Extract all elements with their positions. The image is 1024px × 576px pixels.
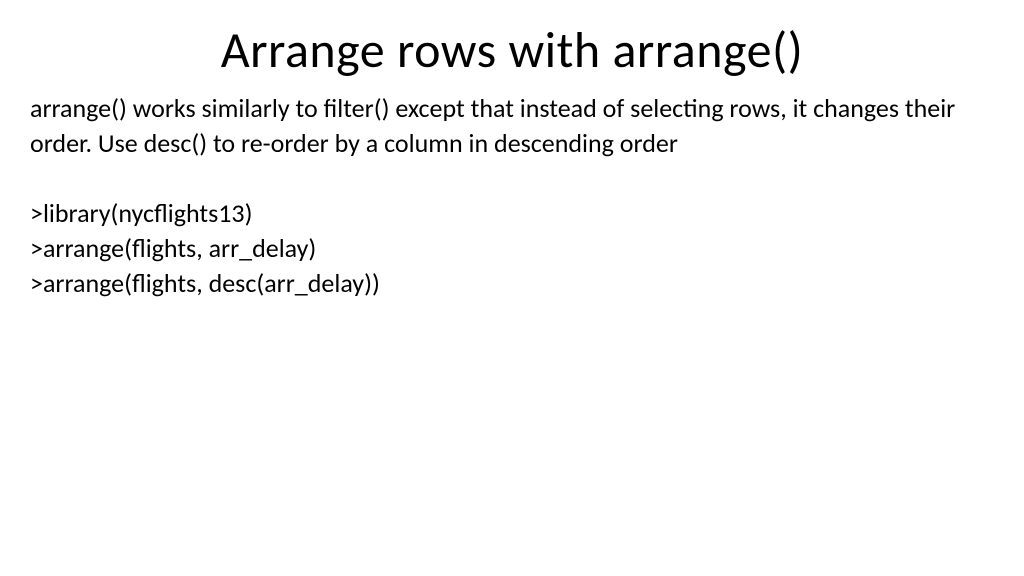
code-line-3: >arrange(flights, desc(arr_delay)) [30, 266, 994, 301]
code-line-2: >arrange(flights, arr_delay) [30, 231, 994, 266]
code-line-1: >library(nycflights13) [30, 196, 994, 231]
slide-title: Arrange rows with arrange() [30, 20, 994, 81]
slide-description: arrange() works similarly to filter() ex… [30, 91, 994, 161]
code-block: >library(nycflights13) >arrange(flights,… [30, 196, 994, 301]
